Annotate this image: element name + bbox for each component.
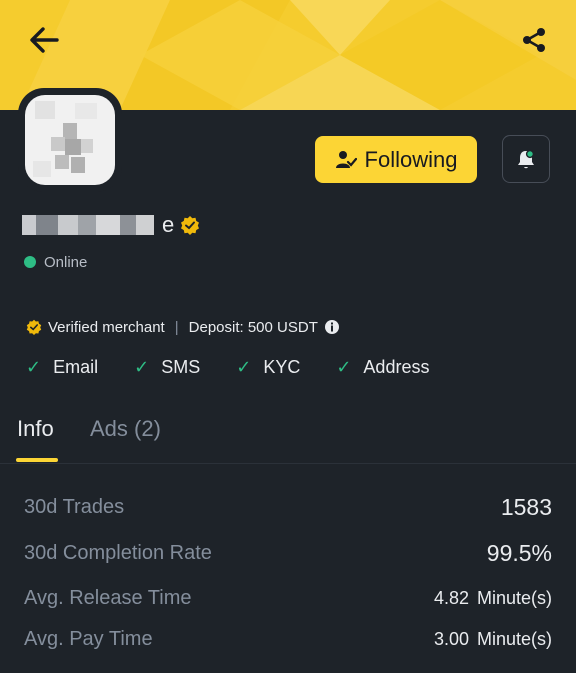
verification-label: SMS [161,356,201,377]
back-button[interactable] [22,22,66,58]
bell-notification-icon [518,149,535,169]
stat-number: 3.00 [433,628,469,649]
check-icon: ✓ [26,356,42,377]
stat-number: 4.82 [433,587,469,608]
avatar-frame [18,88,122,192]
tab-ads[interactable]: Ads (2) [90,416,161,442]
following-button[interactable]: Following [315,136,477,183]
stat-value: 4.82 Minute(s) [434,588,552,609]
verification-address: ✓ Address [336,357,429,378]
share-icon [523,28,545,52]
tab-info[interactable]: Info [17,416,54,442]
stat-row-trades: 30d Trades 1583 [24,490,552,524]
stat-value: 3.00 Minute(s) [434,629,552,650]
info-icon[interactable] [324,319,340,335]
advertiser-name: e [162,212,175,237]
advertiser-profile-page: Following e Online Verified merchant | D… [0,0,576,673]
verification-email: ✓ Email [26,357,98,378]
check-icon: ✓ [134,356,150,377]
user-check-icon [335,150,357,168]
verified-merchant-icon [26,319,42,335]
name-blurred [22,215,154,235]
verification-kyc: ✓ KYC [236,357,300,378]
profile-tabs: Info Ads (2) [0,412,576,464]
verification-list: ✓ Email ✓ SMS ✓ KYC ✓ Address [26,354,465,380]
check-icon: ✓ [336,356,352,377]
verification-sms: ✓ SMS [134,357,200,378]
stat-row-completion-rate: 30d Completion Rate 99.5% [24,536,552,570]
verification-label: Address [363,356,430,377]
merchant-info-row: Verified merchant | Deposit: 500 USDT [26,316,340,338]
stat-unit: Minute(s) [476,587,552,608]
verification-label: Email [53,356,99,377]
advertiser-name-row: e [22,210,200,240]
arrow-left-icon [30,27,59,53]
check-icon: ✓ [236,356,252,377]
verification-label: KYC [263,356,301,377]
stat-label: Avg. Release Time [24,586,192,609]
active-tab-indicator [16,458,58,462]
verified-badge-icon [181,216,200,235]
share-button[interactable] [514,22,554,58]
following-label: Following [364,146,458,172]
stat-unit: Minute(s) [476,628,552,649]
separator: | [174,318,179,336]
deposit-label: Deposit: 500 USDT [188,318,318,336]
stat-label: 30d Trades [24,495,125,518]
avatar[interactable] [25,95,115,185]
stats-panel: 30d Trades 1583 30d Completion Rate 99.5… [0,476,576,673]
status-label: Online [44,253,88,271]
notification-bell-button[interactable] [502,135,550,183]
online-status: Online [24,252,87,272]
stat-row-release-time: Avg. Release Time 4.82 Minute(s) [24,581,552,615]
stat-label: Avg. Pay Time [24,627,153,650]
stat-row-pay-time: Avg. Pay Time 3.00 Minute(s) [24,622,552,656]
stat-value: 99.5% [486,539,552,566]
stat-label: 30d Completion Rate [24,541,212,564]
verified-merchant-label: Verified merchant [48,318,165,336]
stat-value: 1583 [500,493,552,520]
online-dot-icon [24,256,36,268]
